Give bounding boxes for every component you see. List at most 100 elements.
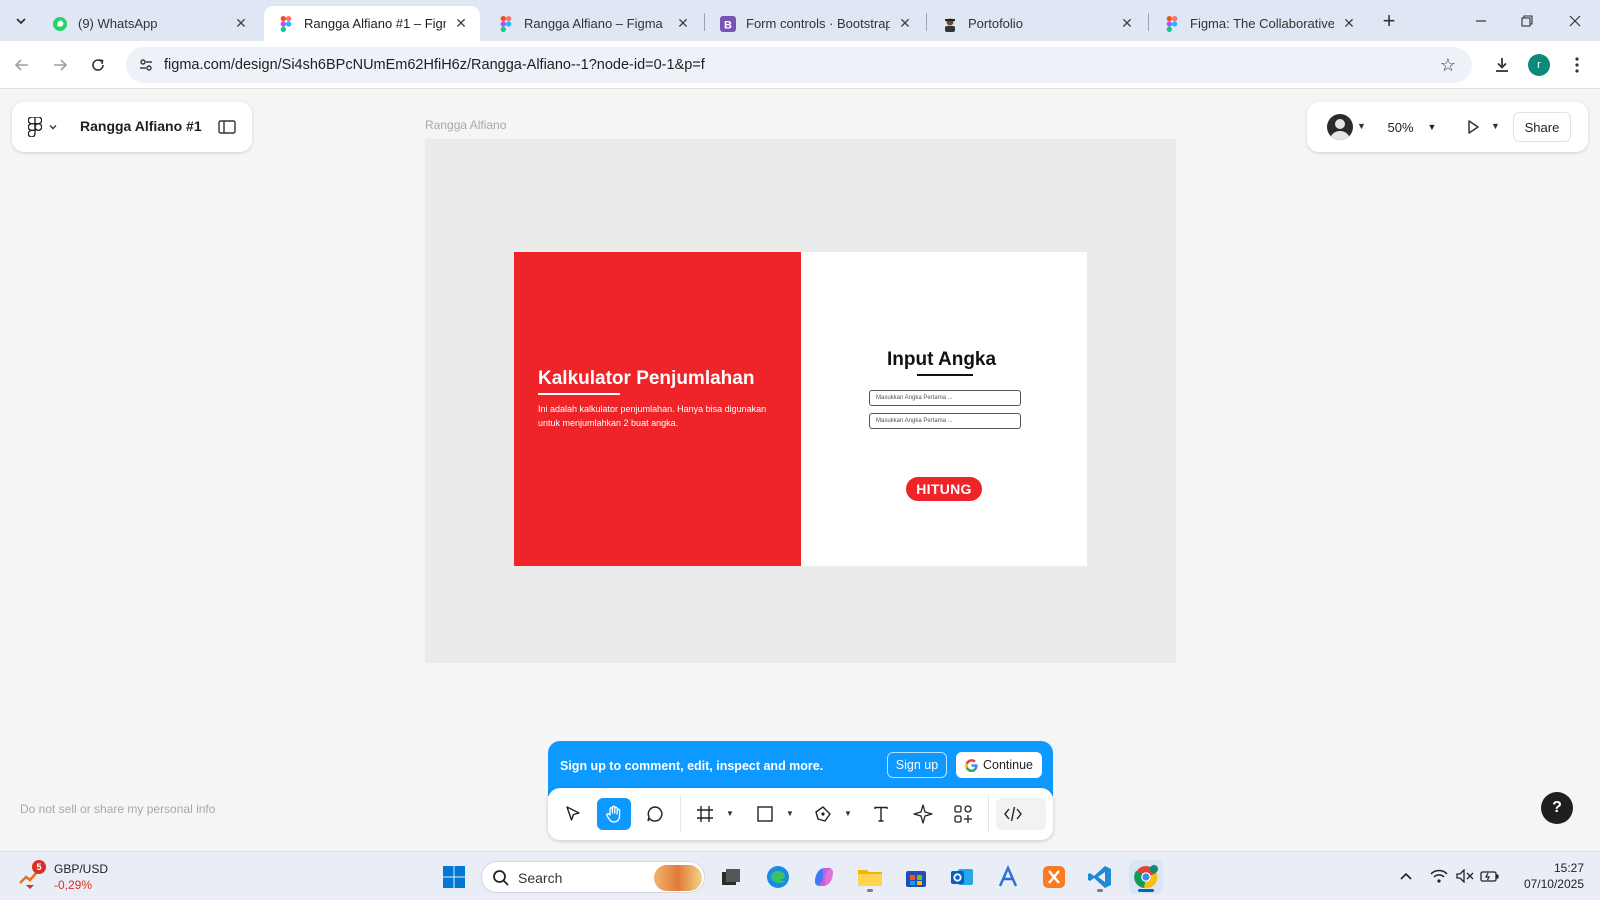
file-name[interactable]: Rangga Alfiano #1 <box>80 118 202 134</box>
system-clock[interactable]: 15:27 07/10/2025 <box>1508 860 1584 892</box>
running-indicator <box>1138 889 1154 892</box>
windows-logo-icon <box>443 866 465 888</box>
reload-icon <box>92 59 104 71</box>
tab-bootstrap[interactable]: B Form controls · Bootstrap v ✕ <box>706 6 924 41</box>
new-tab-button[interactable]: + <box>1376 8 1402 34</box>
profile-avatar[interactable]: r <box>1528 54 1550 76</box>
design-frame[interactable]: Kalkulator Penjumlahan Ini adalah kalkul… <box>514 252 1087 566</box>
chevron-down-icon[interactable]: ▼ <box>844 809 852 818</box>
zoom-dropdown[interactable]: 50% ▼ <box>1379 112 1445 142</box>
hand-tool[interactable] <box>597 798 631 830</box>
close-icon[interactable]: ✕ <box>674 15 692 33</box>
help-button[interactable]: ? <box>1541 792 1573 824</box>
market-widget[interactable]: 5 GBP/USD -0,29% <box>18 860 128 894</box>
battery-status[interactable] <box>1478 866 1502 886</box>
rectangle-icon <box>757 806 773 822</box>
bookmark-star-icon[interactable]: ☆ <box>1436 53 1460 77</box>
clock-date: 07/10/2025 <box>1523 877 1584 891</box>
chevron-down-icon[interactable]: ▼ <box>786 809 794 818</box>
wifi-icon <box>1430 869 1448 883</box>
vscode-icon <box>1088 866 1111 888</box>
task-view-button[interactable] <box>714 860 748 894</box>
tab-title: (9) WhatsApp <box>78 16 158 31</box>
actions-tool[interactable] <box>906 798 940 830</box>
back-button[interactable] <box>8 51 36 79</box>
forward-button[interactable] <box>46 51 74 79</box>
frame-label[interactable]: Rangga Alfiano <box>425 118 506 132</box>
edge-icon <box>767 866 789 888</box>
share-button[interactable]: Share <box>1513 112 1571 142</box>
close-icon[interactable]: ✕ <box>1118 15 1136 33</box>
close-icon[interactable]: ✕ <box>452 15 470 33</box>
headline-underline <box>538 393 620 395</box>
tab-portfolio[interactable]: Portofolio ✕ <box>928 6 1146 41</box>
hand-icon <box>606 805 621 823</box>
comment-tool[interactable] <box>638 798 672 830</box>
taskbar-vscode[interactable] <box>1083 860 1117 894</box>
arrow-right-icon <box>54 59 68 71</box>
close-icon[interactable]: ✕ <box>896 15 914 33</box>
minimize-icon <box>1476 19 1486 22</box>
taskbar-edge[interactable] <box>761 860 795 894</box>
dev-mode-toggle[interactable] <box>996 798 1046 830</box>
taskbar-app-a[interactable] <box>991 860 1025 894</box>
taskbar-file-explorer[interactable] <box>853 860 887 894</box>
wifi-status[interactable] <box>1428 866 1450 886</box>
xampp-icon <box>1043 866 1065 888</box>
shape-tool[interactable] <box>748 798 782 830</box>
restore-button[interactable] <box>1504 0 1550 41</box>
figma-viewer[interactable]: Rangga Alfiano #1 ▼ 50% ▼ ▼ Share Rangga… <box>0 89 1600 851</box>
tool-palette: ▼ ▼ ▼ <box>548 788 1053 840</box>
tool-divider <box>988 796 989 832</box>
taskbar-chrome[interactable] <box>1129 860 1163 894</box>
chevron-down-icon[interactable]: ▼ <box>1491 121 1500 131</box>
taskbar-store[interactable] <box>899 860 933 894</box>
tab-figma-active[interactable]: Rangga Alfiano #1 – Figma ✕ <box>264 6 480 41</box>
taskbar-copilot[interactable] <box>807 860 841 894</box>
continue-label: Continue <box>982 758 1034 772</box>
assets-tool[interactable] <box>946 798 980 830</box>
show-hidden-icons[interactable] <box>1397 866 1415 886</box>
pen-tool[interactable] <box>806 798 840 830</box>
continue-google-button[interactable]: Continue <box>956 752 1042 778</box>
downloads-button[interactable] <box>1488 51 1516 79</box>
address-bar[interactable]: figma.com/design/Si4sh6BPcNUmEm62HfiH6z/… <box>126 47 1472 83</box>
tab-whatsapp[interactable]: (9) WhatsApp ✕ <box>38 6 260 41</box>
more-vertical-icon <box>1575 57 1579 73</box>
reload-button[interactable] <box>84 51 112 79</box>
tab-search-button[interactable] <box>8 8 34 34</box>
taskbar-xampp[interactable] <box>1037 860 1071 894</box>
signup-button[interactable]: Sign up <box>887 752 947 778</box>
privacy-link[interactable]: Do not sell or share my personal info <box>20 802 215 816</box>
user-avatar[interactable] <box>1327 114 1353 140</box>
windows-taskbar: 5 GBP/USD -0,29% Search 15:27 07/10/2025 <box>0 851 1600 900</box>
taskbar-outlook[interactable] <box>945 860 979 894</box>
search-highlight-image <box>654 865 702 891</box>
frame-tool[interactable] <box>688 798 722 830</box>
present-button[interactable] <box>1461 115 1485 139</box>
calculate-button: HITUNG <box>906 477 982 501</box>
taskbar-search[interactable]: Search <box>481 861 705 893</box>
chevron-down-icon[interactable]: ▼ <box>1357 121 1366 131</box>
text-tool[interactable] <box>864 798 898 830</box>
chevron-down-icon[interactable]: ▼ <box>726 809 734 818</box>
tab-figma-2[interactable]: Rangga Alfiano – Figma ✕ <box>484 6 702 41</box>
browser-menu-button[interactable] <box>1564 52 1590 78</box>
close-window-button[interactable] <box>1552 0 1598 41</box>
text-icon <box>874 806 888 822</box>
figma-icon <box>498 15 514 32</box>
browser-toolbar: figma.com/design/Si4sh6BPcNUmEm62HfiH6z/… <box>0 41 1600 89</box>
main-menu-button[interactable] <box>28 115 62 139</box>
tab-figma-3[interactable]: Figma: The Collaborative In ✕ <box>1150 6 1368 41</box>
portfolio-icon <box>942 16 958 32</box>
close-icon[interactable]: ✕ <box>232 15 250 33</box>
volume-status[interactable] <box>1454 866 1476 886</box>
minimize-button[interactable] <box>1458 0 1504 41</box>
toggle-sidebar-button[interactable] <box>216 116 238 138</box>
site-settings-icon[interactable] <box>136 55 156 75</box>
hero-description: Ini adalah kalkulator penjumlahan. Hanya… <box>538 404 767 428</box>
close-icon[interactable]: ✕ <box>1340 15 1358 33</box>
move-tool[interactable] <box>556 798 590 830</box>
start-button[interactable] <box>437 860 471 894</box>
clock-time: 15:27 <box>1553 861 1584 875</box>
